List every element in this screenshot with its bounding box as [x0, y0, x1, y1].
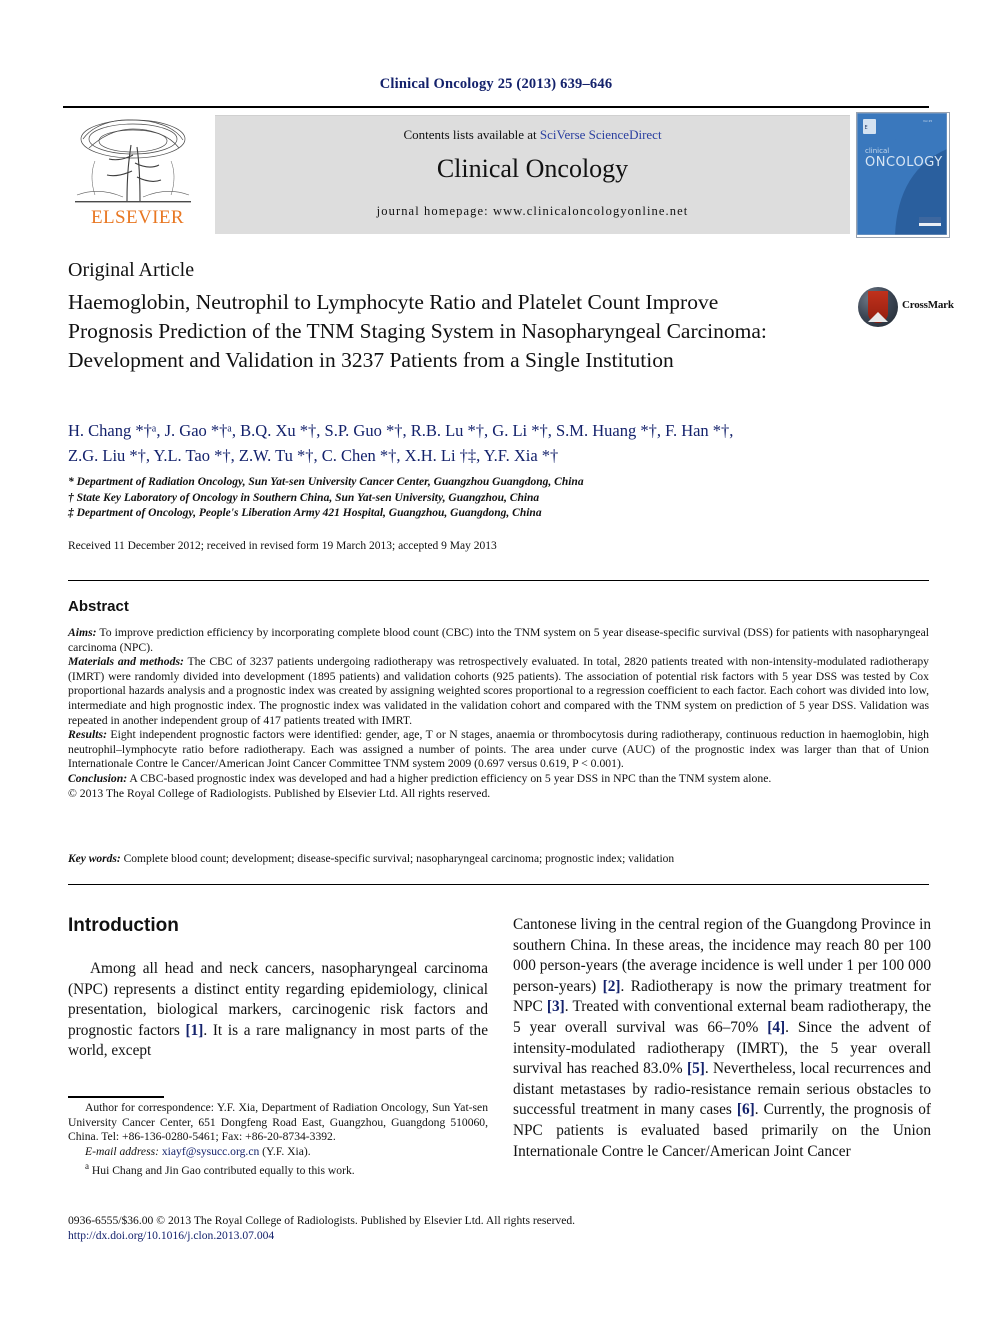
elsevier-wordmark: ELSEVIER: [91, 207, 184, 228]
crossmark-label: CrossMark: [902, 299, 954, 311]
doi-link[interactable]: http://dx.doi.org/10.1016/j.clon.2013.07…: [68, 1228, 929, 1243]
article-type: Original Article: [68, 259, 195, 281]
journal-homepage-link[interactable]: journal homepage: www.clinicaloncologyon…: [215, 204, 850, 219]
footnote-rule: [68, 1096, 164, 1098]
intro-paragraph-left: Among all head and neck cancers, nasopha…: [68, 959, 488, 1062]
contents-available-line: Contents lists available at SciVerse Sci…: [215, 127, 850, 143]
footnote-email-suffix: (Y.F. Xia).: [259, 1144, 311, 1158]
keywords-label: Key words:: [68, 853, 121, 865]
svg-text:Vol 25: Vol 25: [923, 119, 932, 123]
journal-cover-thumbnail: E clinical ONCOLOGY Vol 25: [856, 112, 950, 238]
footnote-email-label: E-mail address:: [85, 1144, 159, 1158]
abstract-label-conclusion: Conclusion:: [68, 771, 128, 785]
article-history: Received 11 December 2012; received in r…: [68, 540, 497, 552]
svg-text:ONCOLOGY: ONCOLOGY: [865, 155, 943, 170]
elsevier-tree-icon: [73, 115, 193, 207]
elsevier-logo: ELSEVIER: [65, 115, 210, 235]
abstract-body: Aims: To improve prediction efficiency b…: [68, 626, 929, 801]
abstract-label-results: Results:: [68, 728, 107, 742]
footnote-equal-contribution: a Hui Chang and Jin Gao contributed equa…: [68, 1159, 488, 1178]
affiliation-list: * Department of Radiation Oncology, Sun …: [68, 475, 928, 522]
footnote-email-address[interactable]: xiayf@sysucc.org.cn: [162, 1145, 259, 1158]
abstract-top-rule: [68, 580, 929, 581]
contents-available-prefix: Contents lists available at: [403, 127, 540, 142]
reference-1[interactable]: [1]: [186, 1022, 204, 1039]
abstract-heading: Abstract: [68, 598, 129, 615]
abstract-text-results: Eight independent prognostic factors wer…: [68, 728, 929, 771]
reference-6[interactable]: [6]: [737, 1101, 755, 1118]
abstract-text-methods: The CBC of 3237 patients undergoing radi…: [68, 655, 930, 727]
abstract-text-conclusion: A CBC-based prognostic index was develop…: [127, 771, 772, 785]
author-list: H. Chang *†ᵃ, J. Gao *†ᵃ, B.Q. Xu *†, S.…: [68, 418, 928, 468]
imprint-copyright: 0936-6555/$36.00 © 2013 The Royal Colleg…: [68, 1214, 576, 1227]
footnote-correspondence: Author for correspondence: Y.F. Xia, Dep…: [68, 1101, 488, 1144]
journal-title: Clinical Oncology: [436, 154, 629, 183]
keywords-text: Complete blood count; development; disea…: [120, 853, 675, 865]
abstract-bottom-rule: [68, 884, 929, 885]
author-line-1: H. Chang *†ᵃ, J. Gao *†ᵃ, B.Q. Xu *†, S.…: [68, 421, 734, 440]
running-head: Clinical Oncology 25 (2013) 639–646: [379, 76, 613, 92]
masthead-center-panel: Contents lists available at SciVerse Sci…: [215, 115, 850, 234]
affiliation-item: * Department of Radiation Oncology, Sun …: [68, 476, 584, 488]
footnote-block: Author for correspondence: Y.F. Xia, Dep…: [68, 1101, 488, 1179]
reference-3[interactable]: [3]: [547, 998, 565, 1015]
affiliation-item: † State Key Laboratory of Oncology in So…: [68, 491, 540, 504]
crossmark-notch-icon: [868, 312, 888, 322]
abstract-copyright: © 2013 The Royal College of Radiologists…: [68, 786, 491, 800]
footnote-equal-contribution-text: Hui Chang and Jin Gao contributed equall…: [89, 1164, 355, 1178]
abstract-section-conclusion: Conclusion: A CBC-based prognostic index…: [68, 772, 929, 787]
abstract-section-methods: Materials and methods: The CBC of 3237 p…: [68, 655, 929, 728]
section-heading-introduction: Introduction: [68, 915, 179, 936]
crossmark-circle-icon: [858, 287, 898, 327]
abstract-label-methods: Materials and methods:: [68, 655, 184, 669]
abstract-section-results: Results: Eight independent prognostic fa…: [68, 728, 929, 772]
body-column-right: Cantonese living in the central region o…: [513, 915, 931, 1162]
svg-text:clinical: clinical: [865, 147, 889, 155]
affiliation-item: ‡ Department of Oncology, People's Liber…: [68, 507, 542, 519]
reference-4[interactable]: [4]: [767, 1019, 785, 1036]
reference-2[interactable]: [2]: [603, 978, 621, 995]
footnote-email-line: E-mail address: xiayf@sysucc.org.cn (Y.F…: [68, 1145, 488, 1160]
svg-text:E: E: [865, 125, 868, 131]
imprint-block: 0936-6555/$36.00 © 2013 The Royal Colleg…: [68, 1213, 929, 1243]
keywords: Key words: Complete blood count; develop…: [68, 853, 929, 865]
page-title: Haemoglobin, Neutrophil to Lymphocyte Ra…: [68, 290, 767, 372]
author-line-2: Z.G. Liu *†, Y.L. Tao *†, Z.W. Tu *†, C.…: [68, 446, 559, 465]
abstract-label-aims: Aims:: [68, 626, 97, 639]
intro-paragraph-right: Cantonese living in the central region o…: [513, 915, 931, 1162]
sciencedirect-link[interactable]: SciVerse ScienceDirect: [540, 127, 662, 142]
reference-5[interactable]: [5]: [687, 1060, 705, 1077]
article-page: Clinical Oncology 25 (2013) 639–646 ELSE…: [0, 0, 992, 1323]
body-column-left: Introduction Among all head and neck can…: [68, 915, 488, 1062]
masthead-top-rule: [63, 106, 929, 108]
journal-masthead: ELSEVIER Contents lists available at Sci…: [63, 106, 950, 238]
abstract-section-aims: Aims: To improve prediction efficiency b…: [68, 626, 929, 655]
crossmark-badge[interactable]: CrossMark: [858, 287, 954, 329]
abstract-text-aims: To improve prediction efficiency by inco…: [68, 626, 929, 654]
